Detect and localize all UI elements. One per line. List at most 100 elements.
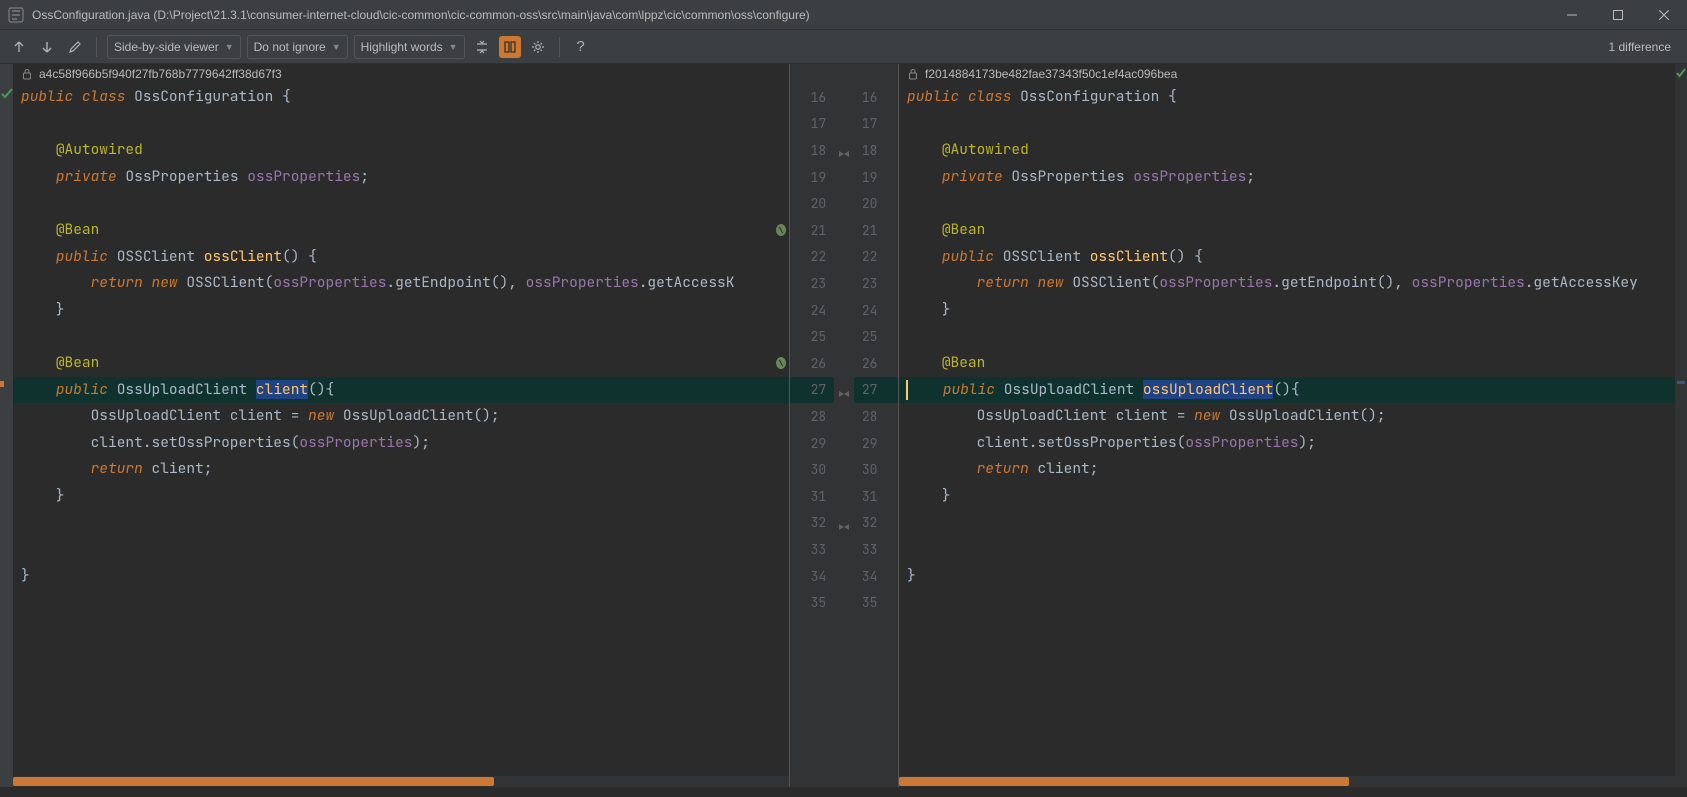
code-line[interactable]: }: [899, 483, 1675, 510]
code-line[interactable]: return new OSSClient(ossProperties.getEn…: [899, 270, 1675, 297]
right-editor[interactable]: public class OssConfiguration { @Autowir…: [899, 84, 1675, 787]
chevron-down-icon: ▼: [449, 42, 458, 52]
code-line[interactable]: OssUploadClient client = new OssUploadCl…: [13, 403, 789, 430]
line-number: 22: [790, 244, 834, 271]
right-line-numbers: 1617181920212223242526272829303132333435: [854, 64, 898, 787]
line-number: 21: [854, 217, 898, 244]
code-line[interactable]: public class OssConfiguration {: [13, 84, 789, 111]
prev-diff-button[interactable]: [8, 36, 30, 58]
code-line[interactable]: client.setOssProperties(ossProperties);: [899, 430, 1675, 457]
line-number: 27: [854, 377, 898, 404]
code-line[interactable]: }: [13, 563, 789, 590]
gutter-splitter[interactable]: [834, 64, 854, 787]
code-line[interactable]: @Bean: [13, 350, 789, 377]
left-editor[interactable]: public class OssConfiguration { @Autowir…: [13, 84, 789, 787]
code-line[interactable]: OssUploadClient client = new OssUploadCl…: [899, 403, 1675, 430]
diff-marker[interactable]: [1677, 381, 1685, 384]
line-number: 17: [854, 111, 898, 138]
settings-button[interactable]: [527, 36, 549, 58]
gutter-handle-icon[interactable]: [838, 146, 850, 154]
line-number: 28: [790, 403, 834, 430]
scrollbar-thumb[interactable]: [13, 777, 494, 786]
line-number: 28: [854, 403, 898, 430]
code-line[interactable]: }: [13, 483, 789, 510]
line-number: 35: [790, 589, 834, 616]
edit-source-button[interactable]: [64, 36, 86, 58]
code-line[interactable]: [899, 510, 1675, 537]
collapse-unchanged-button[interactable]: [471, 36, 493, 58]
right-horizontal-scrollbar[interactable]: [899, 776, 1675, 787]
code-line[interactable]: public OssUploadClient ossUploadClient()…: [899, 377, 1675, 404]
code-line[interactable]: private OssProperties ossProperties;: [13, 164, 789, 191]
bean-gutter-icon[interactable]: [774, 356, 788, 370]
viewer-mode-label: Side-by-side viewer: [114, 40, 219, 54]
code-line[interactable]: public OSSClient ossClient() {: [899, 244, 1675, 271]
code-line[interactable]: @Bean: [13, 217, 789, 244]
line-number: 18: [854, 137, 898, 164]
line-number: 16: [790, 84, 834, 111]
code-line[interactable]: @Autowired: [899, 137, 1675, 164]
left-revision-label: a4c58f966b5f940f27fb768b7779642ff38d67f3: [39, 67, 282, 81]
right-pane: f2014884173be482fae37343f50c1ef4ac096bea…: [899, 64, 1675, 787]
lock-icon: [21, 68, 33, 80]
help-button[interactable]: ?: [570, 36, 592, 58]
viewer-mode-select[interactable]: Side-by-side viewer ▼: [107, 35, 241, 59]
code-line[interactable]: return client;: [13, 456, 789, 483]
code-line[interactable]: [13, 536, 789, 563]
app-icon: [8, 7, 24, 23]
code-line[interactable]: [899, 323, 1675, 350]
sync-scroll-button[interactable]: [499, 36, 521, 58]
line-number: 29: [790, 430, 834, 457]
line-number: 18: [790, 137, 834, 164]
code-line[interactable]: @Bean: [899, 350, 1675, 377]
minimize-button[interactable]: [1549, 0, 1595, 30]
code-line[interactable]: public class OssConfiguration {: [899, 84, 1675, 111]
check-icon: [1676, 66, 1686, 76]
right-error-stripe: [1675, 64, 1687, 787]
code-line[interactable]: [13, 190, 789, 217]
code-line[interactable]: }: [899, 563, 1675, 590]
close-button[interactable]: [1641, 0, 1687, 30]
lock-icon: [907, 68, 919, 80]
left-horizontal-scrollbar[interactable]: [13, 776, 789, 787]
code-line[interactable]: [899, 536, 1675, 563]
code-line[interactable]: @Autowired: [13, 137, 789, 164]
line-number: 34: [790, 563, 834, 590]
code-line[interactable]: @Bean: [899, 217, 1675, 244]
code-line[interactable]: [13, 510, 789, 537]
code-line[interactable]: client.setOssProperties(ossProperties);: [13, 430, 789, 457]
left-marker-strip: [0, 64, 13, 787]
next-diff-button[interactable]: [36, 36, 58, 58]
code-line[interactable]: }: [13, 297, 789, 324]
code-line[interactable]: return new OSSClient(ossProperties.getEn…: [13, 270, 789, 297]
code-line[interactable]: [13, 323, 789, 350]
line-number: 32: [854, 510, 898, 537]
code-line[interactable]: [13, 111, 789, 138]
scrollbar-thumb[interactable]: [899, 777, 1349, 786]
line-number: 19: [854, 164, 898, 191]
code-line[interactable]: return client;: [899, 456, 1675, 483]
code-line[interactable]: public OssUploadClient client(){: [13, 377, 789, 404]
left-pane: a4c58f966b5f940f27fb768b7779642ff38d67f3…: [13, 64, 789, 787]
code-line[interactable]: private OssProperties ossProperties;: [899, 164, 1675, 191]
diff-marker[interactable]: [0, 381, 4, 387]
center-gutter: 1617181920212223242526272829303132333435…: [789, 64, 899, 787]
line-number: 26: [854, 350, 898, 377]
line-number: 22: [854, 244, 898, 271]
code-line[interactable]: }: [899, 297, 1675, 324]
ignore-mode-select[interactable]: Do not ignore ▼: [247, 35, 348, 59]
code-line[interactable]: [13, 589, 789, 616]
right-revision-label: f2014884173be482fae37343f50c1ef4ac096bea: [925, 67, 1177, 81]
code-line[interactable]: [899, 589, 1675, 616]
gutter-handle-icon[interactable]: [838, 386, 850, 394]
bean-gutter-icon[interactable]: [774, 223, 788, 237]
gutter-handle-icon[interactable]: [838, 519, 850, 527]
highlight-mode-select[interactable]: Highlight words ▼: [354, 35, 465, 59]
line-number: 16: [854, 84, 898, 111]
code-line[interactable]: [899, 190, 1675, 217]
code-line[interactable]: [899, 111, 1675, 138]
line-number: 25: [790, 323, 834, 350]
line-number: 30: [790, 456, 834, 483]
maximize-button[interactable]: [1595, 0, 1641, 30]
code-line[interactable]: public OSSClient ossClient() {: [13, 244, 789, 271]
